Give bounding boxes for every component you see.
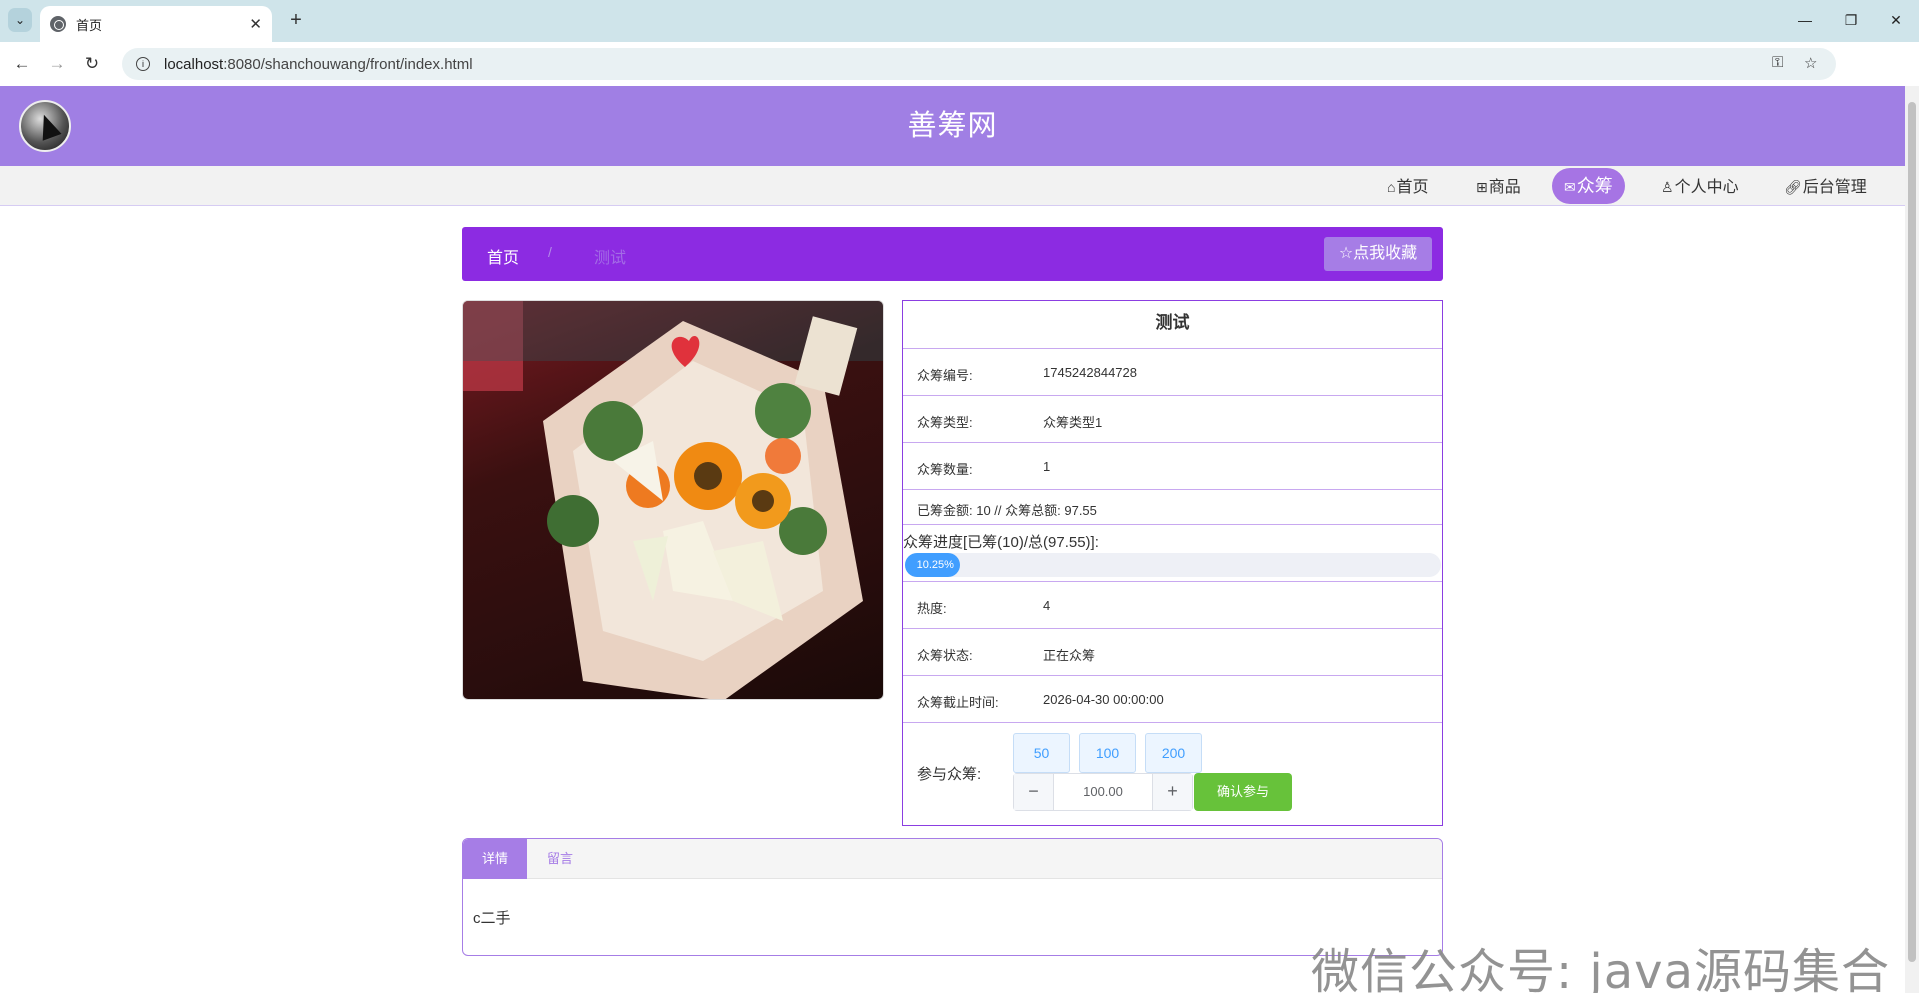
raised-amount-row: 已筹金额: 10 // 众筹总额: 97.55 (903, 491, 1442, 525)
tab-title: 首页 (76, 17, 103, 33)
browser-toolbar: ← → ↻ i localhost:8080/shanchouwang/fron… (0, 42, 1919, 114)
progress-fill: 10.25% (905, 553, 960, 577)
info-row-number: 众筹编号: 1745242844728 (903, 349, 1442, 396)
info-row-type: 众筹类型: 众筹类型1 (903, 396, 1442, 443)
new-tab-icon[interactable]: + (284, 8, 308, 32)
join-crowdfunding-row: 参与众筹: 50 100 200 − 100.00 + 确认参与 (903, 721, 1442, 825)
browser-tab[interactable]: 首页 ✕ (40, 6, 272, 42)
scrollbar-thumb[interactable] (1908, 102, 1916, 962)
amount-input[interactable]: 100.00 (1054, 774, 1152, 810)
gift-icon: ⊞ (1476, 179, 1488, 195)
site-info-icon[interactable]: i (136, 57, 150, 71)
increase-button[interactable]: + (1152, 774, 1192, 810)
home-icon: ⌂ (1387, 179, 1396, 195)
progress-label: 众筹进度[已筹(10)/总(97.55)]: (903, 534, 1099, 551)
globe-icon (50, 16, 66, 32)
tab-detail[interactable]: 详情 (463, 839, 527, 879)
crowdfunding-info-table: 测试 众筹编号: 1745242844728 众筹类型: 众筹类型1 众筹数量:… (902, 300, 1443, 826)
url-path: :8080/shanchouwang/front/index.html (223, 55, 473, 73)
page-viewport: 善筹网 ⌂首页 ⊞商品 ✉众筹 ♙个人中心 🔗︎后台管理 首页 / 测试 ☆点我… (0, 86, 1905, 993)
flower-bouquet-image (463, 301, 883, 699)
product-image (462, 300, 884, 700)
address-bar[interactable]: i localhost:8080/shanchouwang/front/inde… (122, 48, 1836, 80)
info-row-heat: 热度: 4 (903, 582, 1442, 629)
link-icon: 🔗︎ (1784, 179, 1802, 195)
forward-icon[interactable]: → (45, 52, 69, 76)
progress-bar: 10.25% (905, 553, 1441, 577)
restore-icon[interactable]: ❐ (1831, 6, 1871, 34)
tab-search-icon[interactable]: ⌄ (8, 8, 32, 32)
detail-tabs: 详情 留言 (463, 839, 1442, 879)
confirm-join-button[interactable]: 确认参与 (1194, 773, 1292, 811)
product-title: 测试 (903, 301, 1442, 349)
url-host: localhost (164, 55, 224, 73)
close-window-icon[interactable]: ✕ (1876, 6, 1916, 34)
bookmark-star-icon[interactable]: ☆ (1804, 54, 1817, 72)
breadcrumb-separator: / (548, 244, 552, 260)
site-nav: ⌂首页 ⊞商品 ✉众筹 ♙个人中心 🔗︎后台管理 (0, 166, 1905, 206)
nav-goods[interactable]: ⊞商品 (1470, 172, 1527, 202)
nav-home[interactable]: ⌂首页 (1381, 172, 1434, 202)
nav-admin[interactable]: 🔗︎后台管理 (1778, 172, 1873, 202)
key-icon[interactable]: ⚿ (1772, 54, 1783, 71)
reload-icon[interactable]: ↻ (80, 52, 104, 76)
info-row-quantity: 众筹数量: 1 (903, 443, 1442, 490)
tab-message[interactable]: 留言 (547, 839, 573, 879)
collect-button[interactable]: ☆点我收藏 (1324, 237, 1432, 271)
detail-content: c二手 (473, 910, 511, 927)
amount-stepper: − 100.00 + (1013, 773, 1193, 811)
page-scrollbar[interactable] (1905, 86, 1919, 993)
amount-chip-200[interactable]: 200 (1145, 733, 1202, 773)
nav-personal-center[interactable]: ♙个人中心 (1655, 172, 1745, 202)
info-row-deadline: 众筹截止时间: 2026-04-30 00:00:00 (903, 676, 1442, 723)
breadcrumb: 首页 / 测试 ☆点我收藏 (462, 227, 1443, 281)
amount-chip-100[interactable]: 100 (1079, 733, 1136, 773)
browser-tab-strip: ⌄ 首页 ✕ + — ❐ ✕ (0, 0, 1919, 42)
mail-icon: ✉ (1564, 179, 1576, 195)
back-icon[interactable]: ← (10, 52, 34, 76)
join-label: 参与众筹: (917, 766, 982, 783)
site-title: 善筹网 (907, 110, 998, 142)
amount-chip-50[interactable]: 50 (1013, 733, 1070, 773)
breadcrumb-home[interactable]: 首页 (487, 244, 519, 268)
info-row-status: 众筹状态: 正在众筹 (903, 629, 1442, 676)
minimize-icon[interactable]: — (1785, 6, 1825, 34)
close-tab-icon[interactable]: ✕ (249, 15, 262, 33)
nav-crowdfunding[interactable]: ✉众筹 (1552, 168, 1625, 204)
user-icon: ♙ (1661, 179, 1674, 195)
decrease-button[interactable]: − (1014, 774, 1054, 810)
site-header: 善筹网 (0, 86, 1905, 166)
watermark: 微信公众号: java源码集合 (1311, 944, 1891, 993)
breadcrumb-current: 测试 (594, 250, 627, 267)
detail-card: 详情 留言 c二手 (462, 838, 1443, 956)
